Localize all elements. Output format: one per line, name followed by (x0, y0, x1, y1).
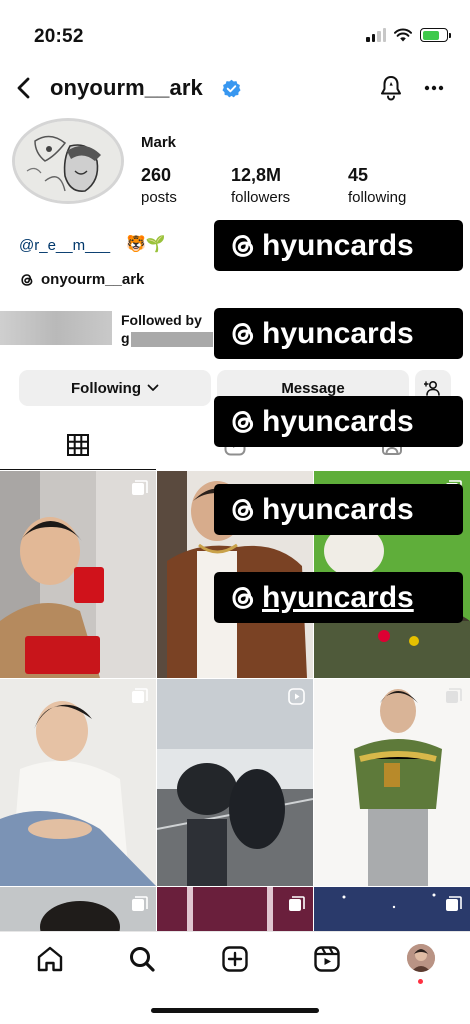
status-icons (366, 28, 451, 42)
battery-icon (420, 28, 451, 42)
post-thumbnail[interactable] (314, 679, 470, 886)
watermark-text: hyuncards (262, 492, 414, 526)
multi-photo-icon (132, 688, 148, 703)
posts-grid (0, 471, 470, 931)
threads-icon (232, 322, 254, 345)
posts-count: 260 (141, 165, 172, 185)
profile-header: onyourm__ark (0, 66, 470, 110)
following-button-label: Following (71, 379, 141, 397)
tab-posts-grid[interactable] (0, 420, 156, 470)
watermark-text: hyuncards (262, 404, 414, 438)
following-count: 45 (348, 165, 369, 185)
create-post-icon[interactable] (220, 944, 250, 974)
status-bar: 20:52 (0, 0, 470, 60)
notification-bell-icon[interactable] (378, 74, 404, 102)
display-name: Mark (141, 134, 177, 151)
watermark-overlay: hyuncards (214, 484, 463, 535)
threads-handle: onyourm__ark (41, 271, 145, 288)
chevron-down-icon (147, 384, 159, 391)
home-indicator (151, 1008, 319, 1013)
profile-tab-avatar[interactable] (407, 944, 435, 972)
search-icon[interactable] (127, 944, 157, 974)
posts-label: posts (141, 189, 177, 206)
following-label: following (348, 189, 407, 206)
followers-label: followers (231, 189, 291, 206)
watermark-text: hyuncards (262, 580, 414, 614)
multi-photo-icon (446, 896, 462, 911)
post-thumbnail[interactable] (157, 679, 313, 886)
following-stat[interactable]: 45 following (348, 165, 406, 206)
bio-emoji: 🐯🌱 (126, 236, 166, 253)
watermark-overlay: hyuncards (214, 396, 463, 447)
status-time: 20:52 (34, 26, 84, 47)
watermark-overlay: hyuncards (214, 572, 463, 623)
add-person-icon (424, 380, 440, 396)
reels-icon[interactable] (312, 944, 342, 974)
multi-photo-icon (289, 896, 305, 911)
post-thumbnail[interactable] (0, 679, 156, 886)
following-button[interactable]: Following (19, 370, 211, 406)
watermark-overlay: hyuncards (214, 220, 463, 271)
multi-photo-icon (132, 896, 148, 911)
redacted-names (131, 332, 213, 347)
grid-icon (67, 433, 89, 456)
message-button-label: Message (281, 379, 345, 397)
watermark-text: hyuncards (262, 228, 414, 262)
threads-icon (232, 498, 254, 521)
verified-badge-icon (222, 79, 241, 98)
watermark-overlay: hyuncards (214, 308, 463, 359)
watermark-text: hyuncards (262, 316, 414, 350)
mutual-followers-avatars[interactable] (0, 311, 112, 345)
multi-photo-icon (132, 480, 148, 495)
post-thumbnail[interactable] (0, 887, 156, 931)
threads-icon (21, 273, 33, 286)
notification-dot (418, 979, 423, 984)
back-icon[interactable] (12, 74, 36, 102)
posts-stat[interactable]: 260 posts (141, 165, 177, 206)
threads-icon (232, 234, 254, 257)
threads-icon (232, 410, 254, 433)
post-thumbnail[interactable] (157, 887, 313, 931)
home-icon[interactable] (35, 944, 65, 974)
followers-stat[interactable]: 12,8M followers (231, 165, 290, 206)
signal-icon (366, 28, 386, 42)
post-thumbnail[interactable] (0, 471, 156, 678)
followers-count: 12,8M (231, 165, 282, 185)
more-options-icon[interactable] (420, 76, 448, 100)
wifi-icon (394, 28, 412, 42)
multi-photo-icon (446, 688, 462, 703)
threads-link[interactable]: onyourm__ark (19, 271, 144, 288)
profile-username: onyourm__ark (50, 75, 203, 100)
profile-avatar[interactable] (12, 118, 124, 204)
post-thumbnail[interactable] (314, 887, 470, 931)
threads-icon (232, 586, 254, 609)
bio-mention-link[interactable]: @r_e__m___ (19, 237, 110, 254)
reel-icon (288, 688, 305, 705)
followed-by-label[interactable]: Followed by (121, 312, 202, 328)
